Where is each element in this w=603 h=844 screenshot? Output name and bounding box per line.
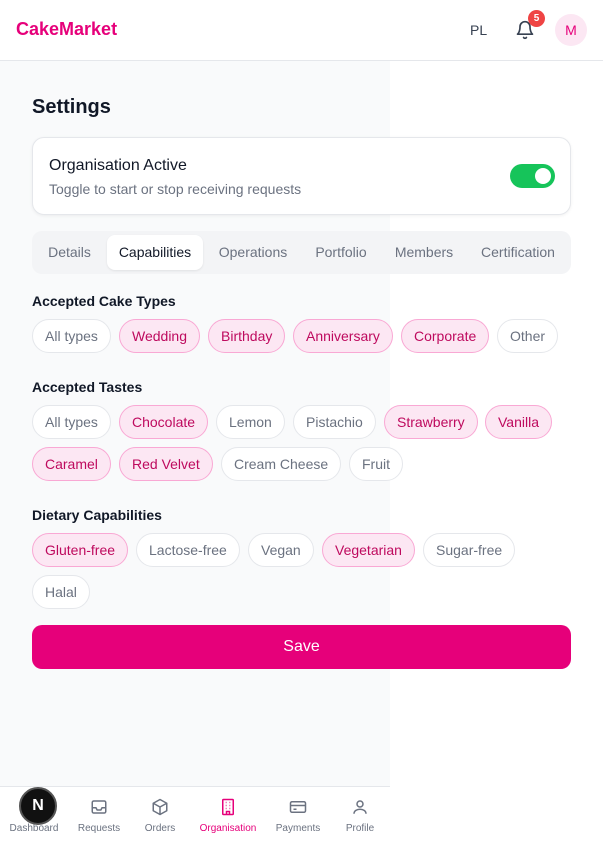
chip-diet-gluten-free[interactable]: Gluten-free xyxy=(32,533,129,567)
user-icon xyxy=(353,800,367,814)
chip-taste-lemon[interactable]: Lemon xyxy=(216,405,285,439)
nav-orders-label: Orders xyxy=(144,823,176,834)
settings-tabs: Details Capabilities Operations Portfoli… xyxy=(32,231,571,274)
building-icon xyxy=(222,798,234,816)
nav-organisation[interactable]: Organisation xyxy=(194,787,262,844)
dietary-heading: Dietary Capabilities xyxy=(32,507,162,523)
chip-cake-wedding[interactable]: Wedding xyxy=(119,319,201,353)
nav-payments[interactable]: Payments xyxy=(264,787,332,844)
dev-tools-button[interactable]: N xyxy=(19,787,57,825)
organisation-status-card: Organisation Active Toggle to start or s… xyxy=(32,137,571,215)
chip-cake-other[interactable]: Other xyxy=(497,319,559,353)
app-header: CakeMarket PL 5 M xyxy=(0,0,603,61)
chip-cake-birthday[interactable]: Birthday xyxy=(208,319,286,353)
chip-cake-all-types[interactable]: All types xyxy=(32,319,111,353)
user-avatar[interactable]: M xyxy=(555,14,587,46)
tab-portfolio[interactable]: Portfolio xyxy=(303,235,379,270)
toggle-knob xyxy=(535,168,551,184)
organisation-status-title: Organisation Active xyxy=(49,157,187,174)
chip-diet-vegetarian[interactable]: Vegetarian xyxy=(322,533,415,567)
tab-members[interactable]: Members xyxy=(383,235,465,270)
chip-diet-lactose-free[interactable]: Lactose-free xyxy=(136,533,240,567)
language-switcher[interactable]: PL xyxy=(470,22,487,38)
notification-count-badge: 5 xyxy=(528,10,545,27)
chip-diet-halal[interactable]: Halal xyxy=(32,575,90,609)
nav-orders[interactable]: Orders xyxy=(126,787,194,844)
tab-details[interactable]: Details xyxy=(36,235,103,270)
tab-certification[interactable]: Certification xyxy=(469,235,567,270)
nav-organisation-label: Organisation xyxy=(199,823,257,834)
tab-operations[interactable]: Operations xyxy=(207,235,299,270)
credit-card-icon xyxy=(289,801,307,813)
save-button[interactable]: Save xyxy=(32,625,571,669)
chip-taste-strawberry[interactable]: Strawberry xyxy=(384,405,478,439)
organisation-status-subtitle: Toggle to start or stop receiving reques… xyxy=(49,181,302,197)
inbox-icon xyxy=(91,800,107,814)
chip-taste-vanilla[interactable]: Vanilla xyxy=(485,405,552,439)
nav-requests-label: Requests xyxy=(77,823,121,834)
chip-taste-cream-cheese[interactable]: Cream Cheese xyxy=(221,447,342,481)
cake-types-heading: Accepted Cake Types xyxy=(32,293,176,309)
chip-cake-anniversary[interactable]: Anniversary xyxy=(293,319,393,353)
page-title: Settings xyxy=(32,96,111,118)
nav-payments-label: Payments xyxy=(275,823,321,834)
chip-diet-sugar-free[interactable]: Sugar-free xyxy=(423,533,516,567)
chip-taste-fruit[interactable]: Fruit xyxy=(349,447,403,481)
app-logo[interactable]: CakeMarket xyxy=(16,19,117,40)
chip-cake-corporate[interactable]: Corporate xyxy=(401,319,490,353)
nav-requests[interactable]: Requests xyxy=(65,787,133,844)
nav-profile-label: Profile xyxy=(345,823,375,834)
chip-taste-caramel[interactable]: Caramel xyxy=(32,447,111,481)
tastes-heading: Accepted Tastes xyxy=(32,379,143,395)
organisation-active-toggle[interactable] xyxy=(510,164,555,188)
chip-taste-pistachio[interactable]: Pistachio xyxy=(293,405,376,439)
chip-diet-vegan[interactable]: Vegan xyxy=(248,533,314,567)
bottom-navigation: Dashboard Requests Orders Organisation P… xyxy=(0,786,390,844)
tab-capabilities[interactable]: Capabilities xyxy=(107,235,203,270)
nav-profile[interactable]: Profile xyxy=(326,787,394,844)
chip-taste-chocolate[interactable]: Chocolate xyxy=(119,405,209,439)
chip-taste-all-types[interactable]: All types xyxy=(32,405,111,439)
chip-taste-red-velvet[interactable]: Red Velvet xyxy=(119,447,213,481)
box-icon xyxy=(152,798,168,816)
